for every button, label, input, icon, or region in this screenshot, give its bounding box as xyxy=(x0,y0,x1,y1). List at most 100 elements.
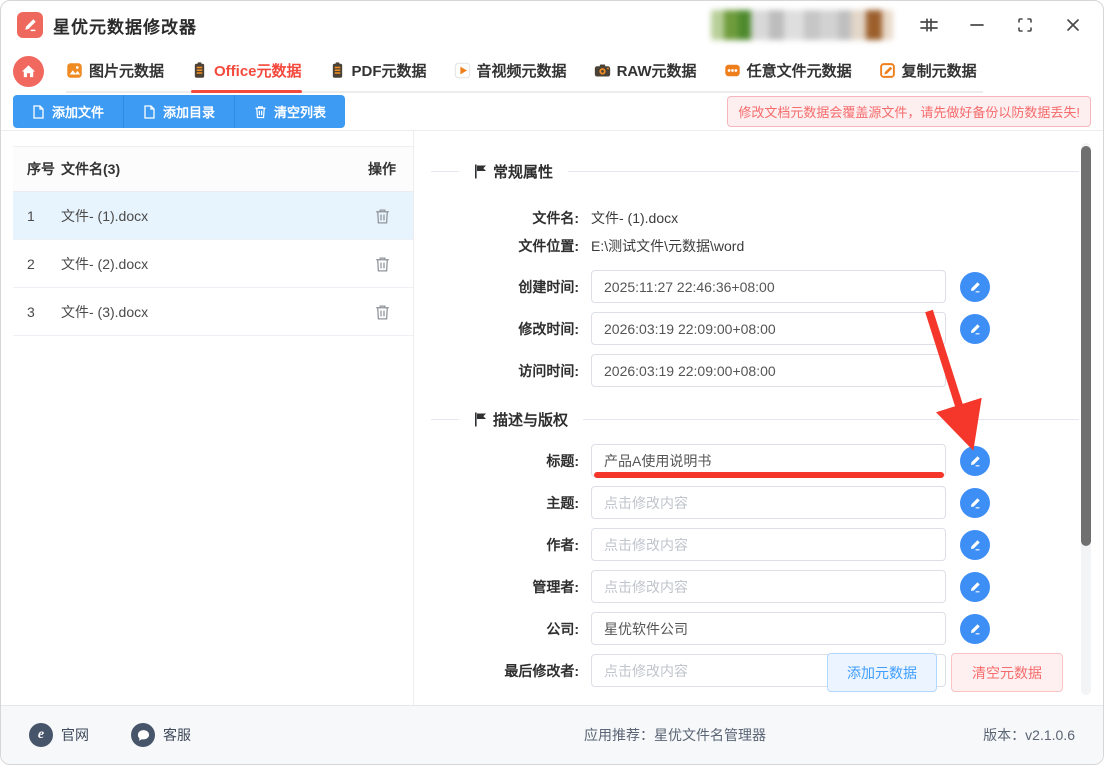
trash-icon xyxy=(375,209,389,224)
pencil-icon xyxy=(970,539,980,550)
add-file-button[interactable]: 添加文件 xyxy=(13,95,125,128)
tab-label: PDF元数据 xyxy=(351,62,427,80)
row-index: 1 xyxy=(27,207,35,224)
section-title: 常规属性 xyxy=(493,164,554,181)
tab-label: 复制元数据 xyxy=(901,62,977,80)
copy-metadata-icon xyxy=(879,62,896,79)
maximize-button[interactable] xyxy=(1013,13,1037,37)
row-filename: 文件- (3).docx xyxy=(61,303,149,320)
field-label: 最后修改者: xyxy=(504,662,579,679)
tab-label: 任意文件元数据 xyxy=(746,62,852,80)
tab-image-metadata[interactable]: 图片元数据 xyxy=(66,49,164,91)
table-row[interactable]: 3 文件- (3).docx xyxy=(13,288,413,336)
tab-raw-metadata[interactable]: RAW元数据 xyxy=(594,49,697,91)
delete-file-button[interactable] xyxy=(372,301,393,323)
edit-manager-button[interactable] xyxy=(960,571,990,602)
manager-input[interactable] xyxy=(591,570,946,603)
field-label: 管理者: xyxy=(532,578,579,595)
edit-company-button[interactable] xyxy=(960,613,990,644)
table-header-row: 序号 文件名(3) 操作 xyxy=(13,146,413,192)
add-metadata-button[interactable]: 添加元数据 xyxy=(827,653,937,692)
tab-anyfile-metadata[interactable]: 任意文件元数据 xyxy=(724,49,852,91)
pdf-metadata-icon xyxy=(329,61,346,79)
support-label: 客服 xyxy=(163,727,191,743)
clear-metadata-button[interactable]: 清空元数据 xyxy=(951,653,1063,692)
add-folder-button[interactable]: 添加目录 xyxy=(124,95,236,128)
warning-banner: 修改文档元数据会覆盖源文件，请先做好备份以防数据丢失! xyxy=(727,96,1091,127)
tab-label: Office元数据 xyxy=(214,62,302,80)
company-input[interactable] xyxy=(591,612,946,645)
tab-office-metadata[interactable]: Office元数据 xyxy=(191,49,302,93)
file-icon xyxy=(33,104,44,119)
tab-pdf-metadata[interactable]: PDF元数据 xyxy=(329,49,427,91)
field-row-modified: 修改时间: xyxy=(431,312,1079,345)
promo-banner-blurred[interactable] xyxy=(711,10,893,40)
home-button[interactable] xyxy=(13,55,44,87)
tab-copy-metadata[interactable]: 复制元数据 xyxy=(879,49,977,91)
website-icon: e xyxy=(29,723,53,747)
edit-subject-button[interactable] xyxy=(960,487,990,518)
tab-label: 图片元数据 xyxy=(89,62,165,80)
title-bar: 星优元数据修改器 xyxy=(1,1,1103,49)
trash-icon xyxy=(255,105,266,118)
author-input[interactable] xyxy=(591,528,946,561)
delete-file-button[interactable] xyxy=(372,205,393,227)
trash-icon xyxy=(375,305,389,320)
flag-icon xyxy=(474,412,487,427)
pencil-icon xyxy=(970,323,980,334)
footer: e 官网 客服 应用推荐：星优文件名管理器 版本：v2.1.0.6 xyxy=(1,705,1103,764)
edit-author-button[interactable] xyxy=(960,529,990,560)
minimize-button[interactable] xyxy=(965,13,989,37)
field-row-location: 文件位置: E:\测试文件\元数据\word xyxy=(431,232,1079,260)
section-general-header: 常规属性 xyxy=(431,161,1079,182)
delete-file-button[interactable] xyxy=(372,253,393,275)
scrollbar-thumb[interactable] xyxy=(1081,146,1091,546)
pencil-icon xyxy=(970,623,980,634)
panel-divider xyxy=(413,131,414,707)
subject-input[interactable] xyxy=(591,486,946,519)
filename-value: 文件- (1).docx xyxy=(591,210,679,226)
clear-list-button[interactable]: 清空列表 xyxy=(235,95,346,128)
edit-created-button[interactable] xyxy=(960,271,990,302)
toolbar: 添加文件 添加目录 清空列表 修改文档元数据会覆盖源文件，请先做好备份以防数据丢… xyxy=(1,93,1103,131)
field-row-filename: 文件名: 文件- (1).docx xyxy=(431,204,1079,232)
created-time-input[interactable] xyxy=(591,270,946,303)
tab-label: RAW元数据 xyxy=(616,62,697,80)
accessed-time-input[interactable] xyxy=(591,354,946,387)
website-link[interactable]: e 官网 xyxy=(29,723,89,747)
app-recommendation[interactable]: 应用推荐：星优文件名管理器 xyxy=(584,725,766,745)
folder-icon xyxy=(144,104,155,119)
tab-av-metadata[interactable]: 音视频元数据 xyxy=(454,49,567,91)
row-index: 2 xyxy=(27,255,35,272)
flag-icon xyxy=(474,164,487,179)
add-folder-label: 添加目录 xyxy=(163,105,216,120)
tab-bar: 图片元数据 Office元数据 PDF元数据 音视频元数据 RAW元数据 任意文… xyxy=(1,49,1103,93)
pencil-icon xyxy=(970,497,980,508)
field-label: 修改时间: xyxy=(518,320,579,337)
edit-title-button[interactable] xyxy=(960,445,990,476)
field-label: 主题: xyxy=(546,494,579,511)
modified-time-input[interactable] xyxy=(591,312,946,345)
av-metadata-icon xyxy=(454,62,471,79)
field-label: 文件位置: xyxy=(518,238,579,254)
metadata-detail-panel: 常规属性 文件名: 文件- (1).docx 文件位置: E:\测试文件\元数据… xyxy=(431,131,1079,696)
scrollbar-track[interactable] xyxy=(1081,143,1091,695)
image-metadata-icon xyxy=(66,62,83,79)
table-row[interactable]: 2 文件- (2).docx xyxy=(13,240,413,288)
col-header-index: 序号 xyxy=(27,161,55,177)
settings-icon[interactable] xyxy=(917,13,941,37)
support-link[interactable]: 客服 xyxy=(131,723,191,747)
field-row-manager: 管理者: xyxy=(431,570,1079,603)
website-label: 官网 xyxy=(61,727,89,743)
field-label: 访问时间: xyxy=(518,362,579,379)
table-row[interactable]: 1 文件- (1).docx xyxy=(13,192,413,240)
add-file-label: 添加文件 xyxy=(52,105,105,120)
field-row-author: 作者: xyxy=(431,528,1079,561)
edit-modified-button[interactable] xyxy=(960,313,990,344)
field-label: 作者: xyxy=(546,536,579,553)
app-title: 星优元数据修改器 xyxy=(53,17,197,37)
raw-metadata-icon xyxy=(594,62,611,79)
close-button[interactable] xyxy=(1061,13,1085,37)
annotation-underline xyxy=(594,472,944,478)
col-header-filename: 文件名(3) xyxy=(61,161,121,177)
